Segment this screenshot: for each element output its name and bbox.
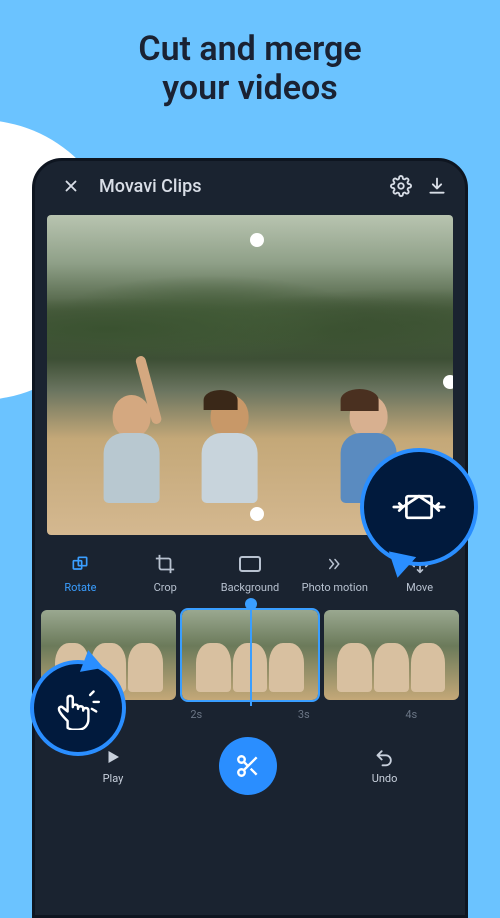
undo-label: Undo [372, 772, 398, 785]
rotate-icon [67, 553, 93, 575]
settings-icon[interactable] [387, 172, 415, 200]
selection-handle-top[interactable] [250, 233, 264, 247]
selection-handle-right[interactable] [443, 375, 453, 389]
app-topbar: Movavi Clips [35, 161, 465, 211]
swipe-hand-icon [52, 686, 104, 730]
play-button[interactable]: Play [103, 747, 124, 785]
motion-icon [322, 553, 348, 575]
headline-text-1: Cut and merge [138, 29, 361, 69]
tick-label: 3s [298, 708, 310, 721]
timeline-playhead[interactable] [250, 604, 252, 706]
promo-headline: Cut and merge your videos [0, 0, 500, 108]
undo-button[interactable]: Undo [372, 747, 398, 785]
tool-rotate[interactable]: Rotate [39, 549, 122, 598]
callout-insert [360, 448, 478, 566]
tool-label: Move [406, 581, 433, 594]
tool-label: Rotate [64, 581, 96, 594]
timeline-clip[interactable] [324, 610, 459, 700]
headline-text-2: your videos [162, 68, 338, 108]
background-icon [237, 553, 263, 575]
crop-icon [152, 553, 178, 575]
tool-crop[interactable]: Crop [124, 549, 207, 598]
undo-icon [374, 747, 396, 767]
tick-label: 4s [405, 708, 417, 721]
scissors-icon [235, 753, 261, 779]
callout-swipe [30, 660, 126, 756]
tool-photo-motion[interactable]: Photo motion [293, 549, 376, 598]
cut-button[interactable] [219, 737, 277, 795]
tool-label: Photo motion [302, 581, 368, 594]
play-icon [104, 747, 122, 767]
selection-handle-bottom[interactable] [250, 507, 264, 521]
tool-label: Background [221, 581, 279, 594]
app-title: Movavi Clips [85, 176, 379, 197]
close-icon[interactable] [57, 172, 85, 200]
preview-subjects [88, 343, 413, 503]
insert-icon [392, 487, 446, 527]
tool-label: Crop [154, 581, 177, 594]
play-label: Play [103, 772, 124, 785]
tick-label: 2s [190, 708, 202, 721]
tool-background[interactable]: Background [209, 549, 292, 598]
download-icon[interactable] [423, 172, 451, 200]
